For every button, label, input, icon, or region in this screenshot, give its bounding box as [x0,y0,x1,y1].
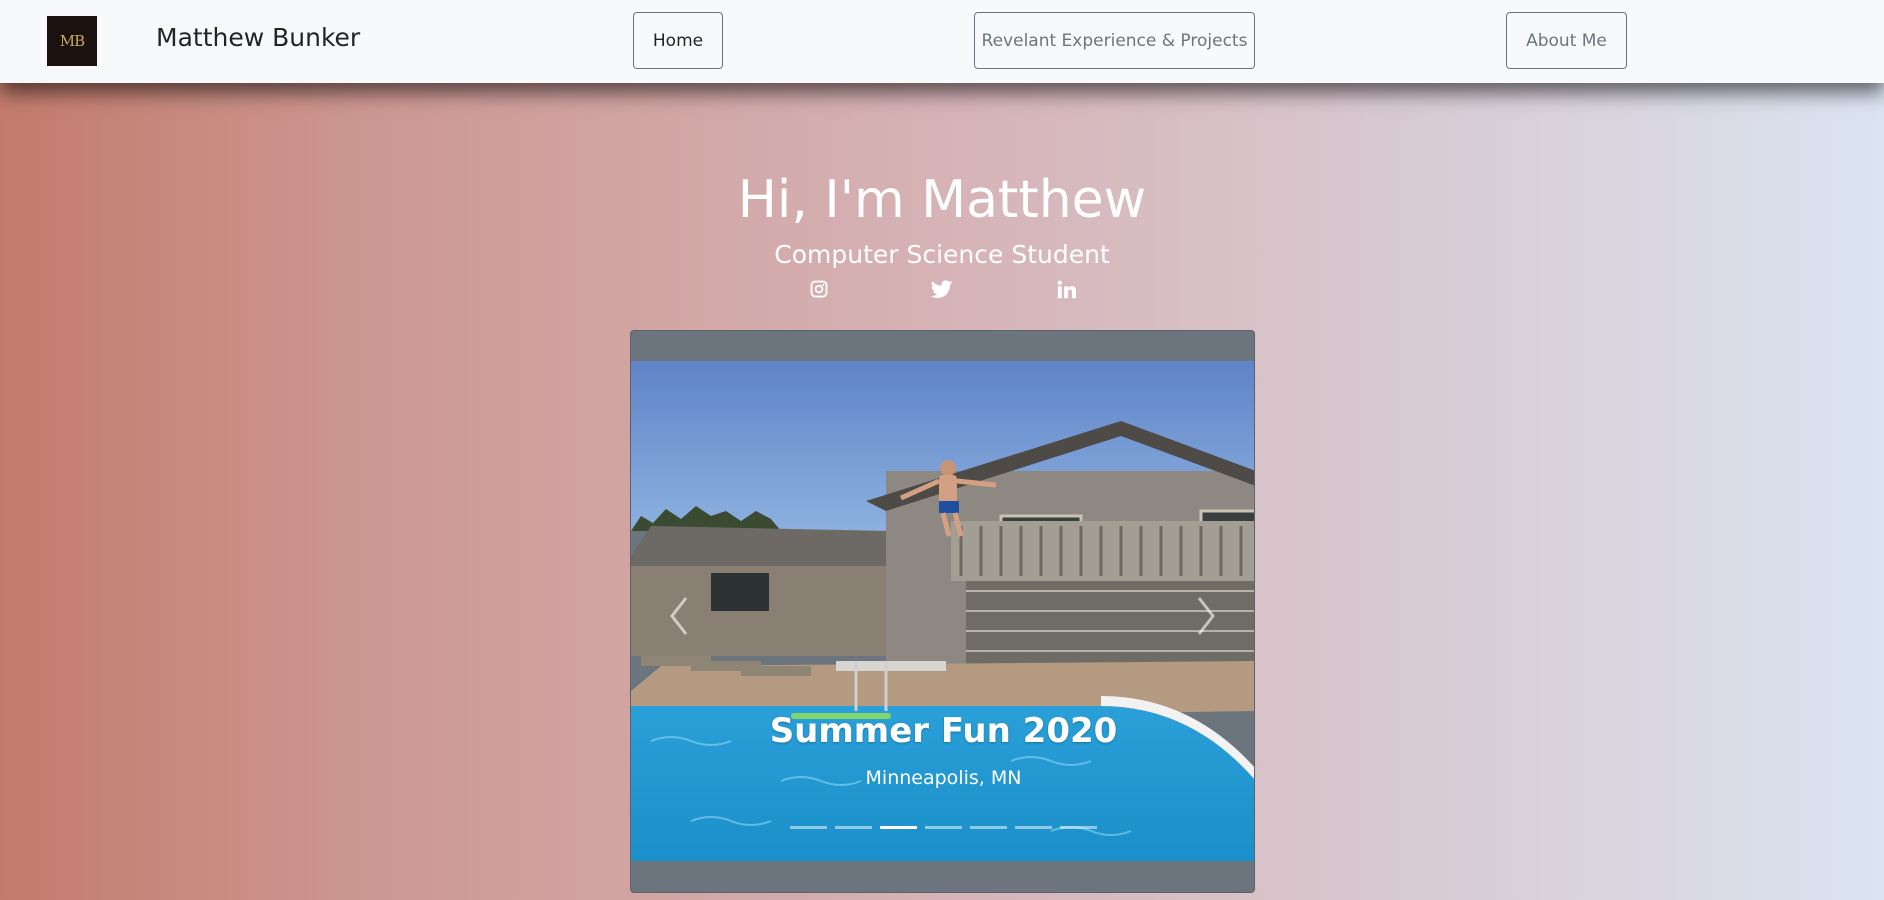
photo-carousel: Summer Fun 2020 Minneapolis, MN [630,330,1255,893]
hero-subtitle: Computer Science Student [774,240,1110,269]
nav-projects-button[interactable]: Revelant Experience & Projects [974,12,1255,69]
nav-home-button[interactable]: Home [633,12,723,69]
carousel-indicator[interactable] [1015,826,1052,829]
carousel-indicator[interactable] [880,826,917,829]
carousel-indicators [631,826,1254,829]
carousel-indicator[interactable] [970,826,1007,829]
carousel-prev-button[interactable] [659,586,699,646]
hero-title: Hi, I'm Matthew [737,170,1147,230]
brand-logo[interactable]: MB [47,16,97,66]
twitter-icon[interactable] [931,278,953,300]
carousel-caption-title: Summer Fun 2020 [769,711,1118,751]
nav-about-button[interactable]: About Me [1506,12,1627,69]
brand-logo-text: MB [59,32,85,50]
carousel-caption-subtitle: Minneapolis, MN [865,767,1022,789]
carousel-indicator[interactable] [835,826,872,829]
carousel-indicator[interactable] [790,826,827,829]
linkedin-icon[interactable] [1055,278,1077,300]
brand-name[interactable]: Matthew Bunker [156,23,360,52]
carousel-indicator[interactable] [1060,826,1097,829]
carousel-indicator[interactable] [925,826,962,829]
instagram-icon[interactable] [808,278,830,300]
navbar: MB Matthew Bunker Home Revelant Experien… [0,0,1884,83]
carousel-next-button[interactable] [1186,586,1226,646]
